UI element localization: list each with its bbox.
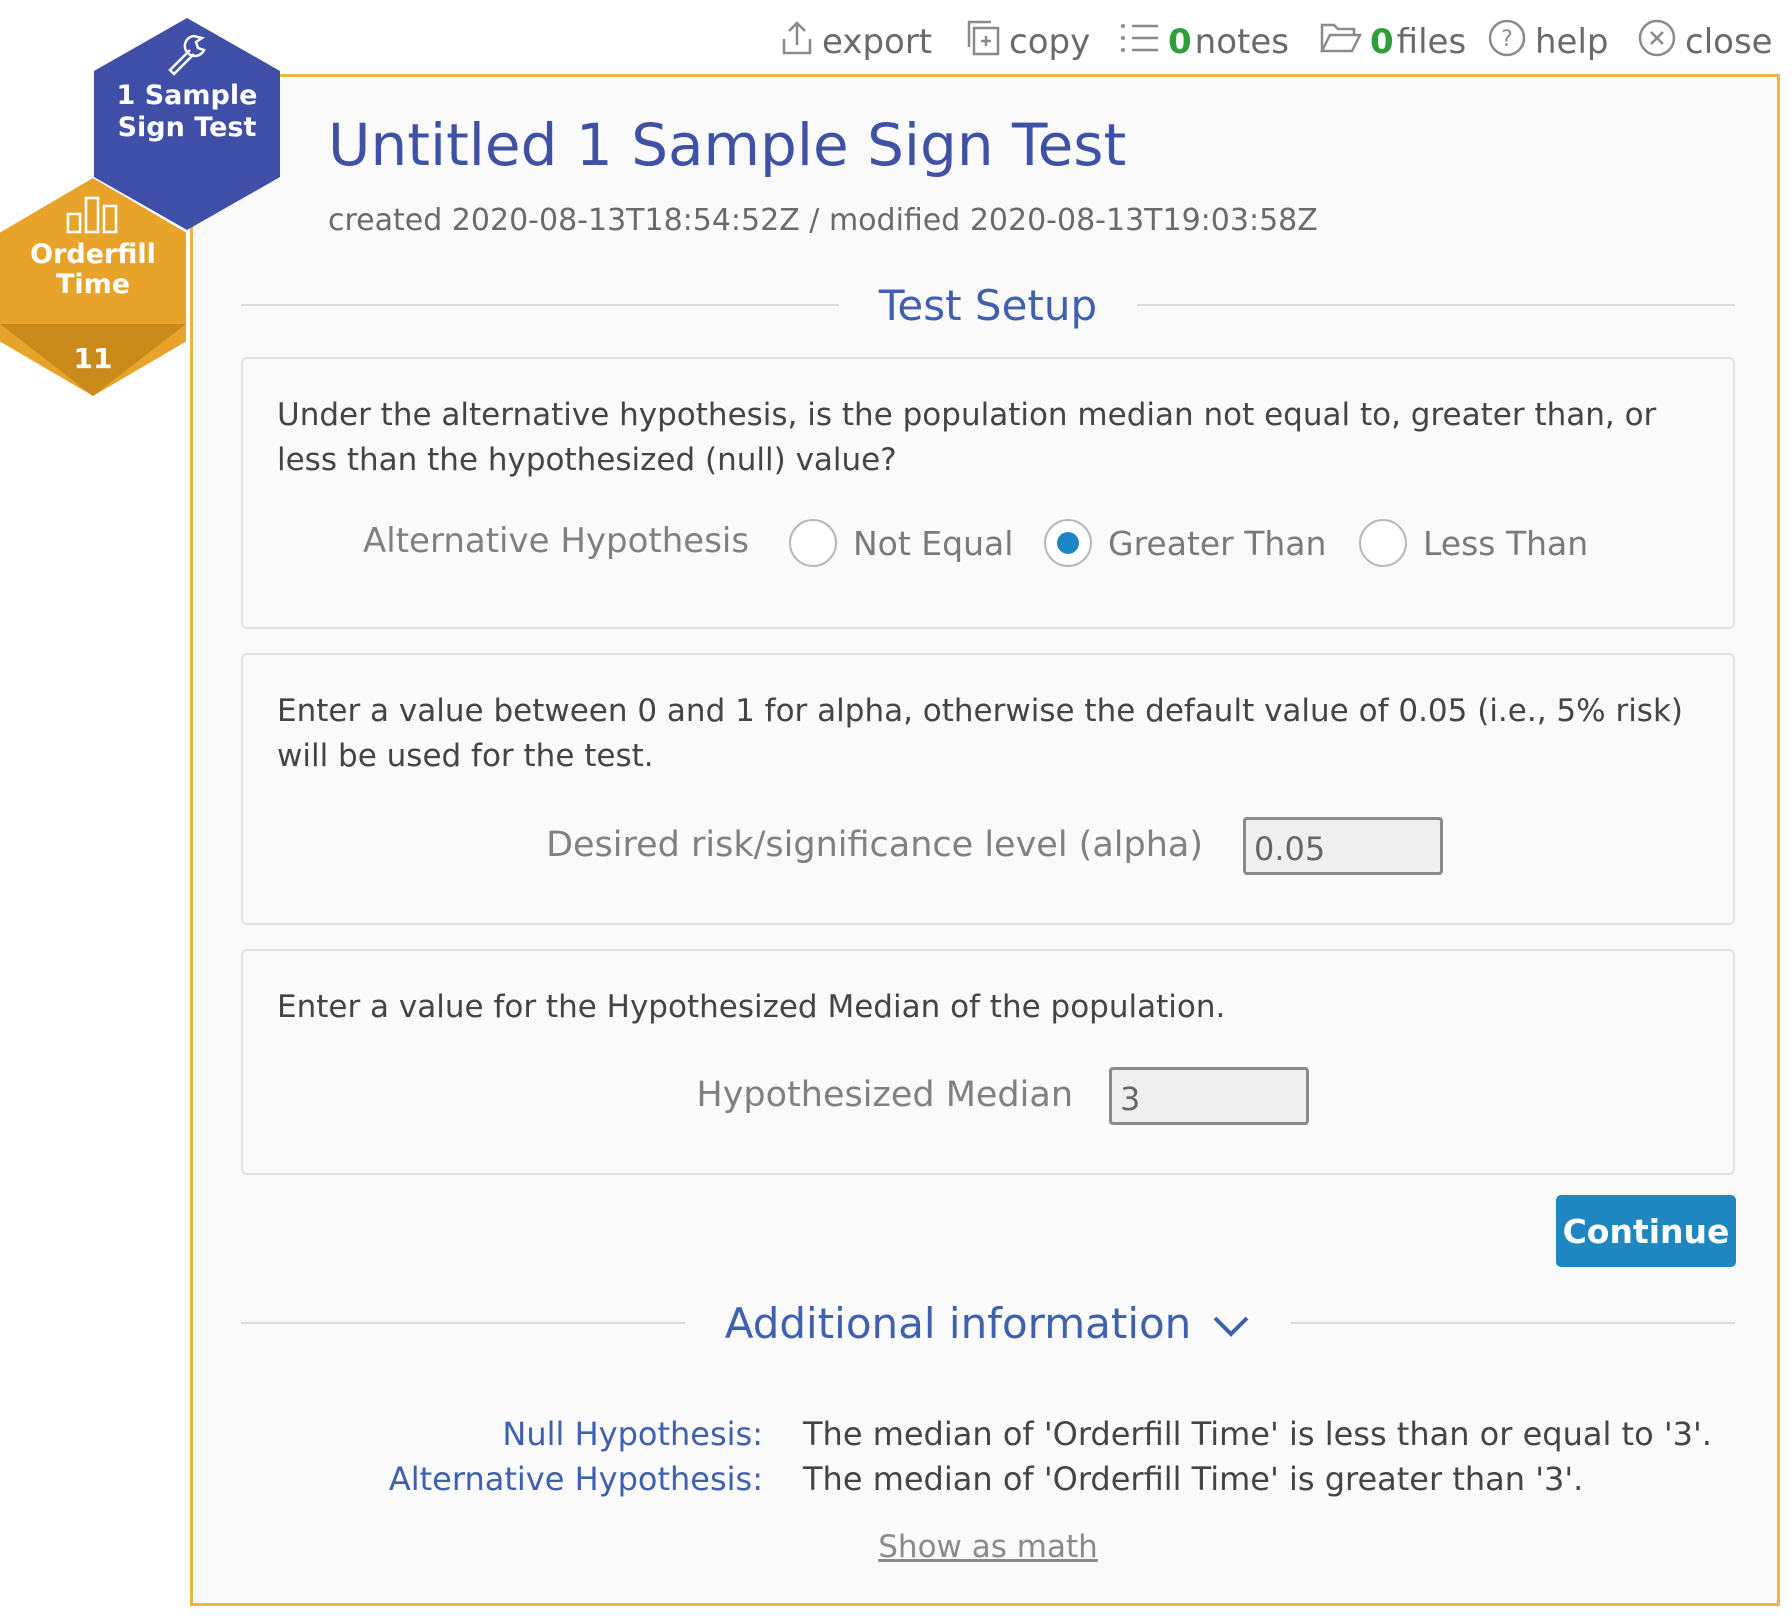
folder-icon: [1319, 21, 1363, 64]
null-hypothesis-row: Null Hypothesis: The median of 'Orderfil…: [193, 1415, 1783, 1459]
median-instructions: Enter a value for the Hypothesized Media…: [277, 989, 1226, 1025]
files-label: files: [1396, 22, 1467, 62]
test-setup-title: Test Setup: [878, 280, 1098, 330]
help-label: help: [1535, 22, 1609, 62]
alternative-hypothesis-summary-label: Alternative Hypothesis:: [388, 1460, 763, 1498]
analysis-panel: Untitled 1 Sample Sign Test created 2020…: [190, 74, 1780, 1606]
help-button[interactable]: ? help: [1487, 18, 1609, 66]
page-title[interactable]: Untitled 1 Sample Sign Test: [328, 111, 1126, 179]
hypothesized-median-card: Enter a value for the Hypothesized Media…: [241, 949, 1735, 1175]
close-icon: [1637, 18, 1677, 67]
alternative-hypothesis-label: Alternative Hypothesis: [363, 521, 750, 561]
divider: [241, 1322, 685, 1324]
test-setup-header: Test Setup: [241, 281, 1735, 330]
test-name: 1 Sample Sign Test: [116, 80, 258, 143]
radio-label: Greater Than: [1108, 523, 1327, 563]
radio-circle-selected[interactable]: [1044, 519, 1092, 567]
hypothesis-instructions: Under the alternative hypothesis, is the…: [277, 397, 1657, 478]
divider: [241, 304, 839, 306]
radio-not-equal[interactable]: Not Equal: [789, 515, 1013, 571]
alternative-hypothesis-row: Alternative Hypothesis: The median of 'O…: [193, 1460, 1783, 1504]
additional-information-toggle[interactable]: Additional information: [685, 1299, 1292, 1348]
export-button[interactable]: export: [780, 18, 932, 66]
export-label: export: [822, 22, 933, 62]
additional-information-title: Additional information: [724, 1298, 1192, 1348]
help-icon: ?: [1487, 18, 1527, 67]
chevron-down-icon: [1211, 1299, 1251, 1348]
alpha-instructions: Enter a value between 0 and 1 for alpha,…: [277, 693, 1684, 774]
null-hypothesis-text: The median of 'Orderfill Time' is less t…: [803, 1415, 1712, 1453]
alpha-card: Enter a value between 0 and 1 for alpha,…: [241, 653, 1735, 925]
export-icon: [780, 19, 814, 66]
continue-button[interactable]: Continue: [1556, 1195, 1736, 1267]
variable-count: 11: [73, 342, 113, 375]
bar-chart-icon: [64, 194, 120, 238]
svg-text:?: ?: [1501, 27, 1513, 52]
show-as-math-link[interactable]: Show as math: [193, 1529, 1783, 1565]
close-label: close: [1685, 22, 1773, 62]
alternative-hypothesis-text: The median of 'Orderfill Time' is greate…: [803, 1460, 1584, 1498]
null-hypothesis-label: Null Hypothesis:: [502, 1415, 763, 1453]
timestamps: created 2020-08-13T18:54:52Z / modified …: [328, 203, 1318, 238]
radio-circle[interactable]: [789, 519, 837, 567]
close-button[interactable]: close: [1637, 18, 1773, 66]
files-button[interactable]: 0files: [1319, 18, 1467, 66]
divider: [1291, 1322, 1735, 1324]
additional-information-header: Additional information: [241, 1299, 1735, 1348]
notes-button[interactable]: 0notes: [1120, 18, 1289, 66]
copy-button[interactable]: copy: [965, 18, 1090, 66]
hypothesized-median-label: Hypothesized Median: [696, 1075, 1073, 1115]
radio-less-than[interactable]: Less Than: [1359, 515, 1588, 571]
alternative-hypothesis-group: Alternative Hypothesis Not Equal Greater…: [243, 515, 1733, 571]
alpha-label: Desired risk/significance level (alpha): [546, 825, 1203, 865]
hypothesized-median-input[interactable]: [1109, 1067, 1309, 1125]
files-count: 0: [1370, 22, 1394, 62]
alternative-hypothesis-card: Under the alternative hypothesis, is the…: [241, 357, 1735, 629]
alpha-field-row: Desired risk/significance level (alpha): [243, 817, 1733, 877]
radio-label: Less Than: [1423, 523, 1589, 563]
copy-label: copy: [1009, 22, 1091, 62]
median-field-row: Hypothesized Median: [243, 1067, 1733, 1127]
copy-icon: [965, 19, 1001, 66]
notes-count: 0: [1168, 22, 1192, 62]
alpha-input[interactable]: [1243, 817, 1443, 875]
divider: [1137, 304, 1735, 306]
wrench-icon: [164, 32, 210, 80]
top-toolbar: export copy 0notes 0files ? help close: [770, 18, 1780, 66]
notes-label: notes: [1194, 22, 1289, 62]
radio-label: Not Equal: [853, 523, 1014, 563]
radio-greater-than[interactable]: Greater Than: [1044, 515, 1326, 571]
variable-name: Orderfill Time: [30, 239, 156, 300]
radio-circle[interactable]: [1359, 519, 1407, 567]
notes-icon: [1120, 20, 1160, 65]
